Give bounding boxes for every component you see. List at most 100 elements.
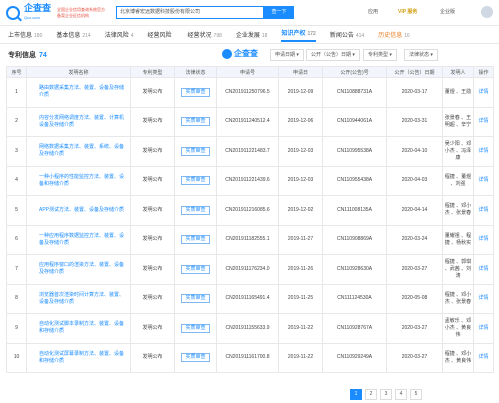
section-toolbar: 专利信息 74 企查查 申请日期 ▾ 公开（公告）日期 ▾ 专利类型 ▾ 法律状态…	[0, 44, 499, 66]
search-button[interactable]: 查一下	[264, 6, 294, 19]
col-action: 操作	[473, 66, 494, 78]
row-index: 6	[6, 224, 27, 255]
patent-type: 发明公布	[130, 224, 175, 255]
application-number: CN201911165491.4	[216, 283, 279, 314]
application-number: CN201911176234.0	[216, 254, 279, 285]
filter-pub-date[interactable]: 公开（公告）日期 ▾	[306, 49, 360, 61]
page-5[interactable]: 5	[410, 389, 422, 400]
enterprise-edition[interactable]: 企业版	[440, 8, 455, 15]
patent-count: 74	[39, 52, 47, 59]
status-badge: 实质审查	[181, 353, 210, 363]
search-input[interactable]: 北京博睿宏远数据科技股份有限公司	[116, 6, 264, 19]
app-menu[interactable]: 应用	[368, 8, 378, 15]
filter-patent-type[interactable]: 专利类型 ▾	[363, 49, 397, 61]
patent-title-link[interactable]: 路由数据采集方法、装置、设备及存储介质	[26, 77, 131, 108]
tab-ip[interactable]: 知识产权 172	[281, 28, 316, 42]
detail-link[interactable]: 详情	[473, 254, 494, 285]
publication-number: CN110908869A	[322, 224, 387, 255]
page-3[interactable]: 3	[380, 389, 392, 400]
application-date: 2019-12-03	[278, 165, 323, 196]
inventor: 程捷 、邓小杰 、张景春	[442, 283, 474, 314]
col-app-date: 申请日	[278, 66, 323, 78]
avatar[interactable]	[481, 6, 493, 18]
col-pub-no: 公开(公告)号	[322, 66, 387, 78]
table-row: 7 应用程序窗口的渲染方法、装置、设备及存储介质 发明公布 实质审查 CN2019111…	[6, 254, 494, 285]
table-row: 3 网络数据采集方法、装置、系统、设备及存储介质 发明公布 实质审查 CN2019112…	[6, 136, 494, 167]
publication-date: 2020-04-10	[386, 136, 443, 167]
application-date: 2019-12-09	[278, 77, 323, 108]
table-row: 6 一种应用程序数据监控方法、装置、设备及存储介质 发明公布 实质审查 CN201911…	[6, 224, 494, 255]
tab-legal-risk[interactable]: 法律风险 4	[105, 30, 134, 39]
publication-date: 2020-03-17	[386, 77, 443, 108]
legal-status: 实质审查	[174, 283, 217, 314]
tab-history[interactable]: 历史信息 16	[378, 30, 410, 39]
detail-link[interactable]: 详情	[473, 283, 494, 314]
publication-date: 2020-03-24	[386, 224, 443, 255]
col-app-no: 申请号	[216, 66, 279, 78]
detail-link[interactable]: 详情	[473, 77, 494, 108]
filter-legal-status[interactable]: 法律状态 ▾	[404, 49, 438, 61]
tab-business-risk[interactable]: 经营风险	[148, 30, 174, 39]
legal-status: 实质审查	[174, 254, 217, 285]
application-date: 2019-11-22	[278, 313, 323, 344]
detail-link[interactable]: 详情	[473, 106, 494, 137]
status-badge: 实质审查	[181, 205, 210, 215]
logo-name: 企查查	[24, 2, 52, 13]
vip-service[interactable]: VIP 服务	[398, 8, 417, 15]
tab-listing[interactable]: 上市信息 180	[8, 30, 42, 39]
patent-title-link[interactable]: APP测试方法、装置、设备及存储介质	[26, 195, 131, 226]
application-date: 2019-11-26	[278, 254, 323, 285]
logo-magnifier-icon	[6, 5, 20, 20]
row-index: 9	[6, 313, 27, 344]
publication-number: CN110928630A	[322, 254, 387, 285]
page-4[interactable]: 4	[395, 389, 407, 400]
tab-development[interactable]: 企业发展 18	[236, 30, 268, 39]
patent-type: 发明公布	[130, 165, 175, 196]
patent-title-link[interactable]: 一种应用程序数据监控方法、装置、设备及存储介质	[26, 224, 131, 255]
page-2[interactable]: 2	[365, 389, 377, 400]
patent-title-link[interactable]: 浏览器首次渲染时间计算方法、装置、设备及存储介质	[26, 283, 131, 314]
page-1[interactable]: 1	[350, 389, 362, 400]
patent-title-link[interactable]: 一种小程序的性能监控方法、装置、设备和存储介质	[26, 165, 131, 196]
publication-date: 2020-03-27	[386, 254, 443, 285]
inventor: 程捷 、邓小杰 、黄良伟	[442, 342, 474, 373]
qcc-logo[interactable]: 企查查 Qcc.com	[6, 2, 52, 22]
inventor: 张景春 、王明超 、辛宁	[442, 106, 474, 137]
application-number: CN201911182555.1	[216, 224, 279, 255]
status-badge: 实质审查	[181, 235, 210, 245]
detail-link[interactable]: 详情	[473, 165, 494, 196]
detail-link[interactable]: 详情	[473, 224, 494, 255]
inventor: 程捷 、郭琪 、武茜 、刘涛	[442, 254, 474, 285]
legal-status: 实质审查	[174, 136, 217, 167]
patent-title-link[interactable]: 应用程序窗口的渲染方法、装置、设备及存储介质	[26, 254, 131, 285]
detail-link[interactable]: 详情	[473, 342, 494, 373]
col-title: 发明名称	[26, 66, 131, 78]
patent-title-link[interactable]: 内容分发网络调度方法、装置、计算机设备及存储介质	[26, 106, 131, 137]
tab-basic-info[interactable]: 基本信息 214	[56, 30, 90, 39]
detail-link[interactable]: 详情	[473, 136, 494, 167]
legal-status: 实质审查	[174, 77, 217, 108]
qcc-watermark: 企查查	[222, 48, 258, 59]
detail-link[interactable]: 详情	[473, 195, 494, 226]
legal-status: 实质审查	[174, 195, 217, 226]
inventor: 程捷 、董煜 、刘强	[442, 165, 474, 196]
tab-operations[interactable]: 经营状况 798	[188, 30, 222, 39]
filter-app-date[interactable]: 申请日期 ▾	[270, 49, 304, 61]
detail-link[interactable]: 详情	[473, 313, 494, 344]
col-inventor: 发明人	[442, 66, 474, 78]
publication-date: 2020-03-31	[386, 106, 443, 137]
inventor: 孟敏乐 、邓小杰 、黄良伟	[442, 313, 474, 344]
application-number: CN201911221439.6	[216, 165, 279, 196]
patent-title-link[interactable]: 自动化测试屏幕录制方法、装置、设备和存储介质	[26, 342, 131, 373]
patent-type: 发明公布	[130, 195, 175, 226]
patent-type: 发明公布	[130, 106, 175, 137]
application-number: CN201911216085.6	[216, 195, 279, 226]
application-date: 2019-12-02	[278, 195, 323, 226]
tab-news[interactable]: 新闻公告 414	[330, 30, 364, 39]
status-badge: 实质审查	[181, 87, 210, 97]
publication-date: 2020-03-27	[386, 313, 443, 344]
patent-title-link[interactable]: 网络数据采集方法、装置、系统、设备及存储介质	[26, 136, 131, 167]
inventor: 吴少阳 、邓小杰 、冯泽康	[442, 136, 474, 167]
patent-table: 序号 发明名称 专利类型 法律状态 申请号 申请日 公开(公告)号 公开（公告）…	[6, 66, 494, 373]
patent-title-link[interactable]: 自动化测试脚本录制方法、装置、设备和存储介质	[26, 313, 131, 344]
